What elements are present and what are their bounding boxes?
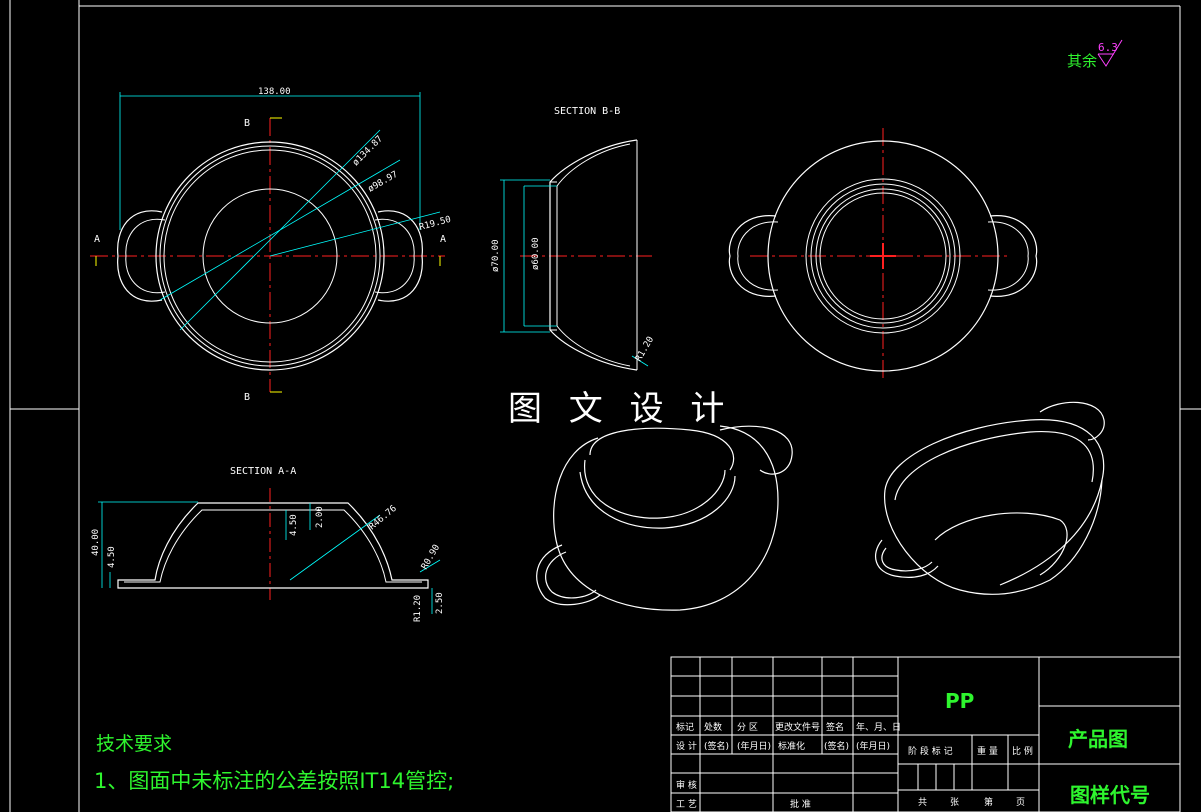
tb-r2-c1: 设 计 [676, 740, 697, 752]
roughness-label: 其余 [1067, 52, 1097, 70]
tb-sheet-total: 共 [918, 797, 927, 808]
tech-line-1: 1、图面中未标注的公差按照IT14管控; [94, 769, 454, 793]
dim-aa-base: 4.50 [107, 546, 117, 568]
dim-aa-center: 4.50 [289, 514, 299, 536]
tb-scale: 比 例 [1012, 745, 1033, 757]
dim-dia1: ø134.87 [351, 134, 385, 168]
title-block-text: PP 产品图 图样代号 标记 处数 分 区 更改文件号 签名 年、月、日 设 计… [676, 689, 1150, 810]
dim-dia2: ø98.97 [367, 170, 400, 195]
bottom-view [728, 128, 1038, 380]
dim-aa-thick: 2.50 [435, 592, 445, 614]
isometric-view-bottom [536, 425, 793, 611]
tb-sheet-no: 第 [984, 796, 993, 808]
dim-width: 138.00 [258, 87, 291, 97]
tb-stage: 阶 段 标 记 [908, 745, 953, 757]
tb-check: 审 核 [676, 779, 697, 791]
tb-r1-c2: 处数 [704, 721, 722, 733]
section-bb: SECTION B-B ø70.00 ø60.00 R1.20 [491, 106, 656, 371]
label-a-left: A [94, 234, 100, 245]
tech-title: 技术要求 [96, 733, 172, 755]
tb-r1-c5: 签名 [826, 721, 844, 733]
tb-r1-c1: 标记 [676, 721, 694, 733]
label-a-right: A [440, 234, 446, 245]
dim-aa-rim: 2.00 [315, 506, 325, 528]
label-b-top: B [244, 118, 250, 129]
tb-process: 工 艺 [676, 799, 697, 810]
dim-bb-inner: ø60.00 [531, 237, 541, 270]
cad-drawing: 其余 6.3 A A B B 138.00 ø134.87 ø98.97 R19… [9, 0, 1201, 812]
watermark: 图 文 设 计 [508, 389, 732, 429]
dim-aa-rbig: R46.76 [368, 504, 399, 533]
dim-r: R19.50 [418, 215, 452, 233]
tb-r1-c3: 分 区 [737, 722, 758, 733]
dim-bb-outer: ø70.00 [491, 239, 501, 272]
roughness-symbol: 其余 6.3 [1067, 39, 1123, 70]
tb-sheet-unit2: 页 [1016, 797, 1025, 808]
section-aa-title: SECTION A-A [230, 466, 296, 477]
roughness-value: 6.3 [1098, 41, 1118, 54]
dim-aa-rsmall: R0.90 [420, 543, 442, 571]
top-view: A A B B 138.00 ø134.87 ø98.97 R19.50 [90, 87, 452, 403]
drawing-number: 图样代号 [1070, 783, 1150, 807]
dim-aa-rfoot: R1.20 [413, 595, 423, 622]
label-b-bottom: B [244, 392, 250, 403]
tb-r2-c3: (年月日) [737, 740, 771, 752]
tb-r1-c4: 更改文件号 [775, 721, 820, 733]
tb-r2-c5: (签名) [824, 740, 849, 752]
tb-r2-c4: 标准化 [778, 740, 805, 752]
product-name: 产品图 [1068, 727, 1128, 751]
tb-r2-c2: (签名) [704, 740, 729, 752]
section-bb-title: SECTION B-B [554, 106, 620, 117]
dim-aa-height: 40.00 [91, 529, 101, 556]
tb-weight: 重 量 [977, 745, 998, 757]
tb-r2-c6: (年月日) [856, 740, 890, 752]
material: PP [945, 689, 974, 713]
tb-r1-c6: 年、月、日 [856, 721, 901, 733]
tb-approve: 批 准 [790, 798, 811, 810]
isometric-view-top [874, 401, 1105, 595]
section-aa: SECTION A-A 40.00 4.50 4.50 2.00 R46.76 … [91, 466, 445, 622]
tb-sheet-unit1: 张 [950, 797, 959, 808]
